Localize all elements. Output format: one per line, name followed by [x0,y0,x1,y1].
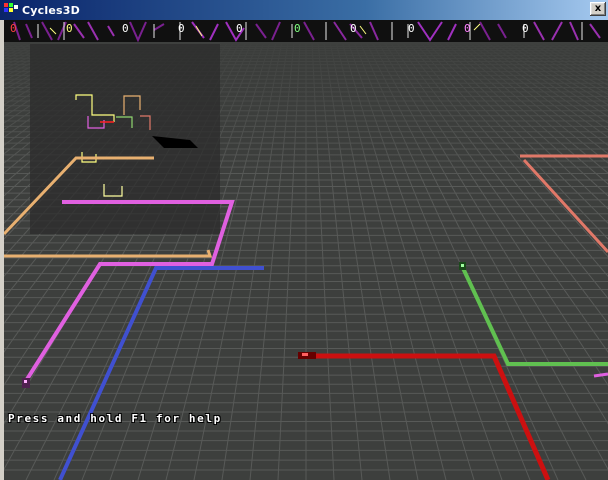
cycle-green [459,262,466,270]
app-icon [4,3,18,17]
close-button[interactable]: x [590,2,606,16]
minimap [30,44,220,234]
game-scene [4,20,608,480]
title-bar[interactable]: Cycles3D x [0,0,608,20]
cycle-red [298,352,316,359]
hud-score-1: 0 [10,22,17,35]
hud-decor [13,21,601,42]
app-window: Cycles3D x 0 0 0 0 0 0 0 0 0 0 Press and… [0,0,608,480]
hud-score-6: 0 [294,22,301,35]
hud-score-2: 0 [66,22,73,35]
game-viewport[interactable]: 0 0 0 0 0 0 0 0 0 0 Press and hold F1 fo… [4,20,608,480]
help-hint: Press and hold F1 for help [8,412,222,425]
window-title: Cycles3D [22,3,80,17]
hud-score-9: 0 [464,22,471,35]
cycle-pink [22,378,30,388]
minimap-panel [30,44,220,234]
hud-score-bar: 0 0 0 0 0 0 0 0 0 0 [4,20,608,42]
hud-score-7: 0 [350,22,357,35]
hud-score-10: 0 [522,22,529,35]
hud-score-5: 0 [236,22,243,35]
hud-score-8: 0 [408,22,415,35]
hud-score-4: 0 [178,22,185,35]
hud-score-3: 0 [122,22,129,35]
trail-pink-tail [593,372,608,378]
